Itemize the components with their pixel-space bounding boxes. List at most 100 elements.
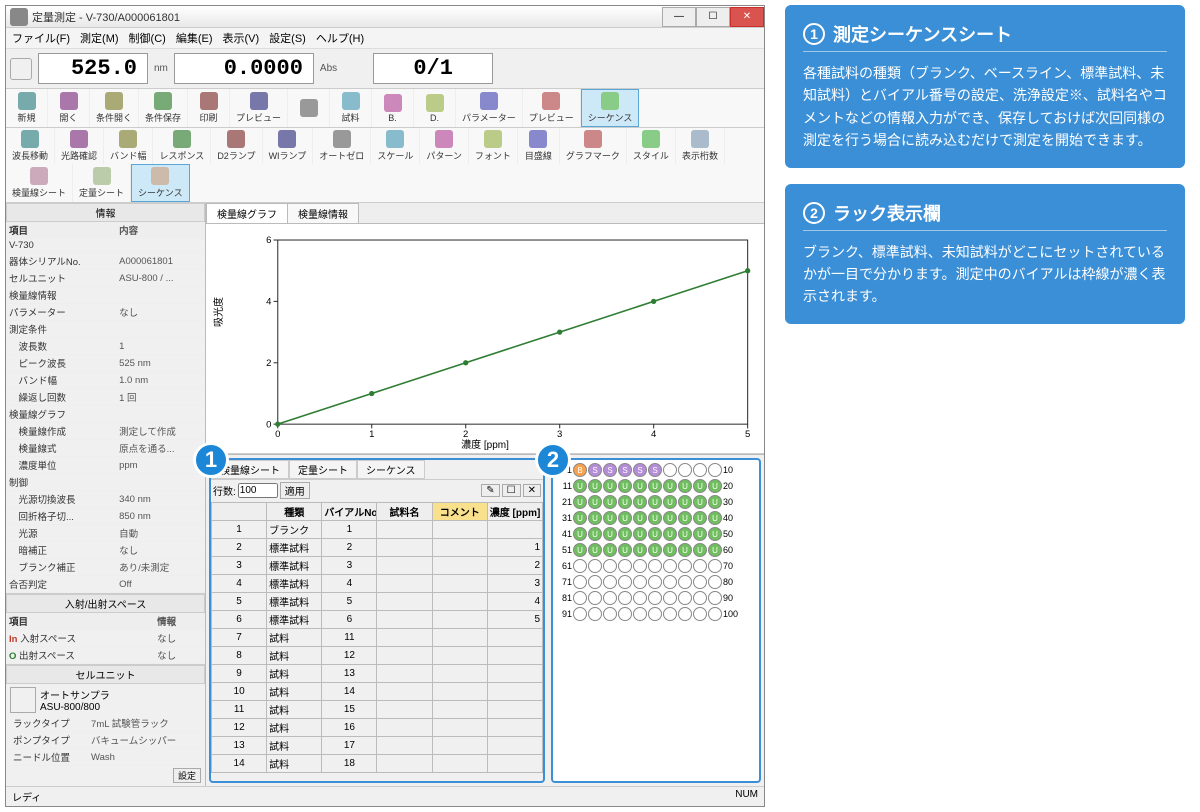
seq-row[interactable]: 12試料16 <box>212 719 543 737</box>
graph-tab[interactable]: 検量線情報 <box>287 203 359 223</box>
vial[interactable] <box>618 607 632 621</box>
vial[interactable]: U <box>588 543 602 557</box>
vial[interactable]: U <box>618 495 632 509</box>
vial[interactable]: U <box>678 495 692 509</box>
vial[interactable] <box>618 559 632 573</box>
menu-item[interactable]: ヘルプ(H) <box>316 30 364 46</box>
vial[interactable]: U <box>633 527 647 541</box>
vial[interactable] <box>633 591 647 605</box>
vial[interactable]: U <box>618 479 632 493</box>
vial[interactable]: U <box>603 543 617 557</box>
menu-item[interactable]: ファイル(F) <box>12 30 70 46</box>
vial[interactable] <box>618 575 632 589</box>
vial[interactable] <box>603 591 617 605</box>
toolbar-print[interactable]: 印刷 <box>188 89 230 127</box>
vial[interactable]: U <box>588 527 602 541</box>
vial[interactable]: U <box>588 511 602 525</box>
vial[interactable]: S <box>588 463 602 477</box>
vial[interactable] <box>648 591 662 605</box>
tool-icon[interactable]: ☐ <box>502 484 521 497</box>
vial[interactable] <box>588 607 602 621</box>
vial[interactable]: U <box>573 479 587 493</box>
vial[interactable]: U <box>678 479 692 493</box>
seq-tab[interactable]: 定量シート <box>289 460 357 479</box>
toolbar-d2lamp[interactable]: D2ランプ <box>211 128 262 164</box>
vial[interactable]: U <box>648 527 662 541</box>
toolbar-cond-open[interactable]: 条件開く <box>90 89 139 127</box>
vial[interactable]: U <box>663 495 677 509</box>
vial[interactable] <box>648 575 662 589</box>
vial[interactable] <box>693 463 707 477</box>
toolbar-sequence2[interactable]: シーケンス <box>131 164 190 202</box>
toolbar-new[interactable]: 新規 <box>6 89 48 127</box>
seq-row[interactable]: 4標準試料43 <box>212 575 543 593</box>
toolbar-cal-sheet[interactable]: 検量線シート <box>6 164 73 202</box>
menu-item[interactable]: 設定(S) <box>269 30 306 46</box>
vial[interactable]: U <box>708 479 722 493</box>
vial[interactable]: U <box>648 479 662 493</box>
toolbar-scale[interactable]: スケール <box>371 128 420 164</box>
vial[interactable] <box>708 463 722 477</box>
maximize-button[interactable]: ☐ <box>696 7 730 27</box>
menu-item[interactable]: 編集(E) <box>176 30 213 46</box>
vial[interactable]: U <box>633 479 647 493</box>
vial[interactable] <box>708 607 722 621</box>
toolbar-cond-save[interactable]: 条件保存 <box>139 89 188 127</box>
toolbar-sequence[interactable]: シーケンス <box>581 89 640 127</box>
vial[interactable] <box>708 591 722 605</box>
vial[interactable] <box>588 575 602 589</box>
vial[interactable] <box>693 607 707 621</box>
menu-item[interactable]: 表示(V) <box>223 30 260 46</box>
toolbar-pattern[interactable]: パターン <box>420 128 469 164</box>
menu-item[interactable]: 測定(M) <box>80 30 119 46</box>
toolbar-open[interactable]: 開く <box>48 89 90 127</box>
vial[interactable] <box>678 463 692 477</box>
vial[interactable] <box>648 607 662 621</box>
seq-row[interactable]: 9試料13 <box>212 665 543 683</box>
vial[interactable] <box>678 591 692 605</box>
vial[interactable]: U <box>663 511 677 525</box>
vial[interactable]: U <box>603 527 617 541</box>
toolbar-bandwidth[interactable]: バンド幅 <box>104 128 153 164</box>
toolbar-blank[interactable] <box>288 89 330 127</box>
vial[interactable]: U <box>603 495 617 509</box>
toolbar-font[interactable]: フォント <box>469 128 518 164</box>
vial[interactable]: U <box>588 495 602 509</box>
vial[interactable]: U <box>618 543 632 557</box>
vial[interactable] <box>603 575 617 589</box>
vial[interactable]: U <box>693 511 707 525</box>
seq-row[interactable]: 14試料18 <box>212 755 543 773</box>
toolbar-gridlines[interactable]: 目盛線 <box>518 128 560 164</box>
toolbar-d[interactable]: D. <box>414 89 456 127</box>
vial[interactable]: U <box>573 543 587 557</box>
tool-icon[interactable]: ✎ <box>481 484 499 497</box>
vial[interactable]: U <box>708 511 722 525</box>
vial[interactable]: U <box>573 527 587 541</box>
vial[interactable]: U <box>678 543 692 557</box>
vial[interactable] <box>678 559 692 573</box>
vial[interactable] <box>663 591 677 605</box>
vial[interactable] <box>693 575 707 589</box>
toolbar-sample-sheet[interactable]: 定量シート <box>73 164 131 202</box>
toolbar-style[interactable]: スタイル <box>627 128 676 164</box>
vial[interactable]: S <box>603 463 617 477</box>
seq-tab[interactable]: シーケンス <box>357 460 425 479</box>
toolbar-param[interactable]: パラメーター <box>456 89 523 127</box>
vial[interactable]: U <box>708 543 722 557</box>
vial[interactable]: S <box>633 463 647 477</box>
vial[interactable]: U <box>693 479 707 493</box>
vial[interactable] <box>603 607 617 621</box>
vial[interactable]: U <box>633 495 647 509</box>
seq-row[interactable]: 11試料15 <box>212 701 543 719</box>
menu-item[interactable]: 制御(C) <box>129 30 166 46</box>
tool-icon[interactable]: ✕ <box>523 484 541 497</box>
vial[interactable] <box>633 559 647 573</box>
seq-row[interactable]: 5標準試料54 <box>212 593 543 611</box>
vial[interactable] <box>573 575 587 589</box>
vial[interactable]: U <box>693 527 707 541</box>
vial[interactable]: U <box>648 543 662 557</box>
vial[interactable] <box>573 591 587 605</box>
vial[interactable]: U <box>648 495 662 509</box>
vial[interactable] <box>663 559 677 573</box>
vial[interactable] <box>573 607 587 621</box>
